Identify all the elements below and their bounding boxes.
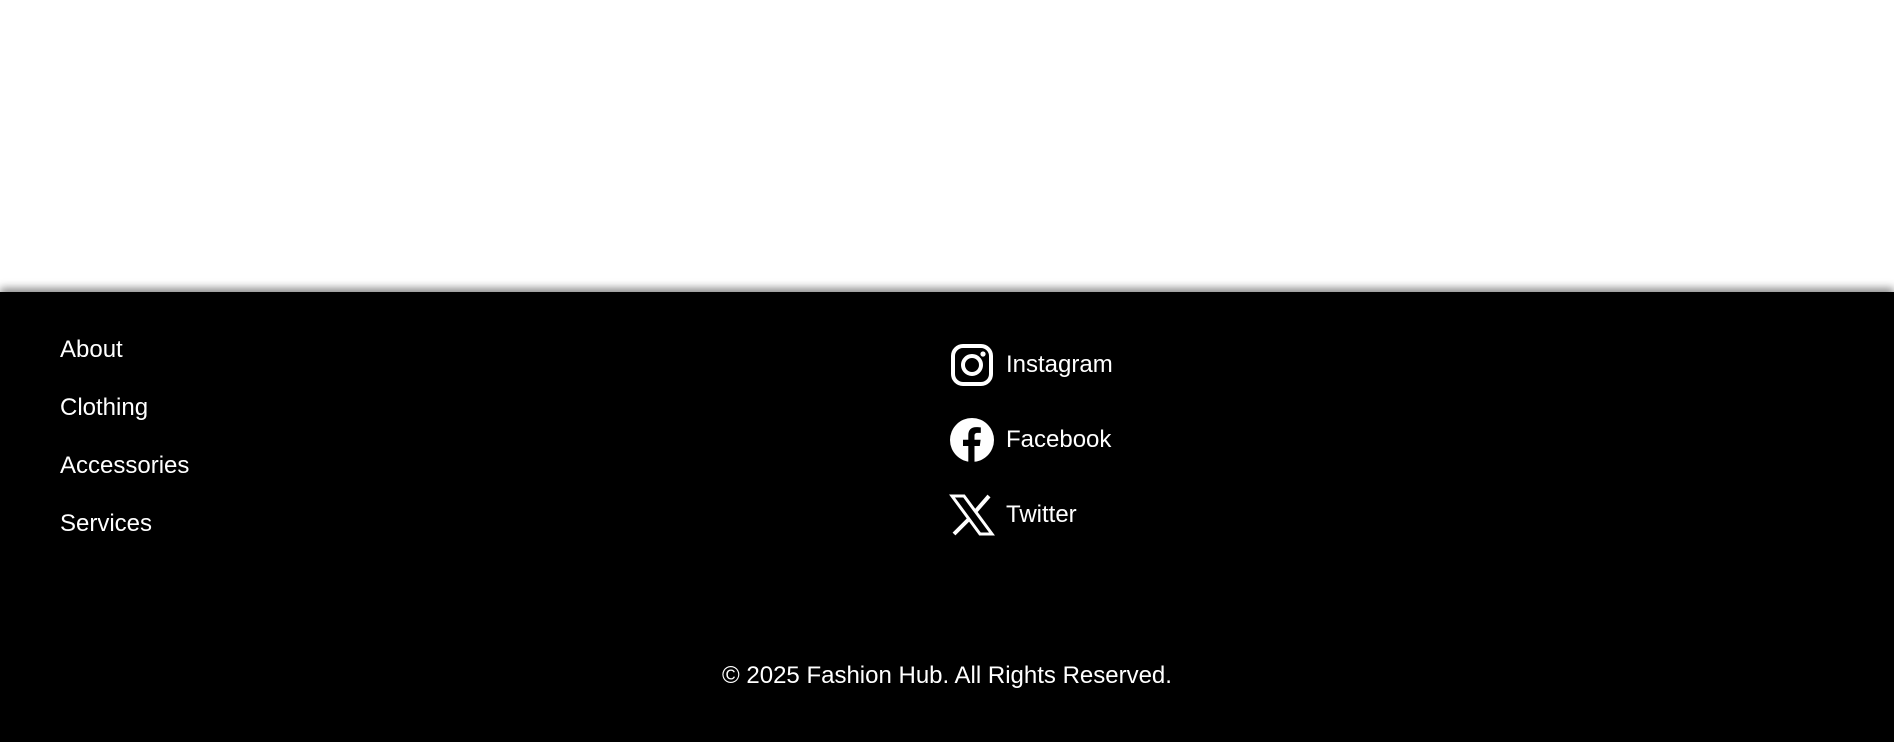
accessories-link[interactable]: Accessories bbox=[60, 452, 189, 479]
x-twitter-icon bbox=[949, 492, 995, 538]
instagram-label: Instagram bbox=[1006, 351, 1113, 378]
instagram-icon bbox=[949, 342, 995, 388]
site-footer: About Clothing Accessories Services Inst… bbox=[0, 292, 1894, 742]
social-links: Instagram Facebook Twitter bbox=[949, 342, 1113, 567]
instagram-link[interactable]: Instagram bbox=[949, 342, 1113, 388]
services-link[interactable]: Services bbox=[60, 510, 152, 537]
footer-nav-item-clothing: Clothing bbox=[60, 396, 189, 454]
clothing-link[interactable]: Clothing bbox=[60, 394, 148, 421]
social-item-twitter: Twitter bbox=[949, 492, 1113, 567]
page-content-area bbox=[0, 0, 1894, 292]
footer-nav-item-services: Services bbox=[60, 512, 189, 570]
twitter-label: Twitter bbox=[1006, 501, 1077, 528]
copyright-text: © 2025 Fashion Hub. All Rights Reserved. bbox=[722, 662, 1172, 689]
social-item-facebook: Facebook bbox=[949, 417, 1113, 492]
facebook-icon bbox=[949, 417, 995, 463]
facebook-link[interactable]: Facebook bbox=[949, 417, 1111, 463]
social-item-instagram: Instagram bbox=[949, 342, 1113, 417]
twitter-link[interactable]: Twitter bbox=[949, 492, 1077, 538]
footer-nav: About Clothing Accessories Services bbox=[60, 338, 189, 570]
footer-nav-item-about: About bbox=[60, 338, 189, 396]
facebook-label: Facebook bbox=[1006, 426, 1112, 453]
footer-nav-item-accessories: Accessories bbox=[60, 454, 189, 512]
about-link[interactable]: About bbox=[60, 336, 123, 363]
